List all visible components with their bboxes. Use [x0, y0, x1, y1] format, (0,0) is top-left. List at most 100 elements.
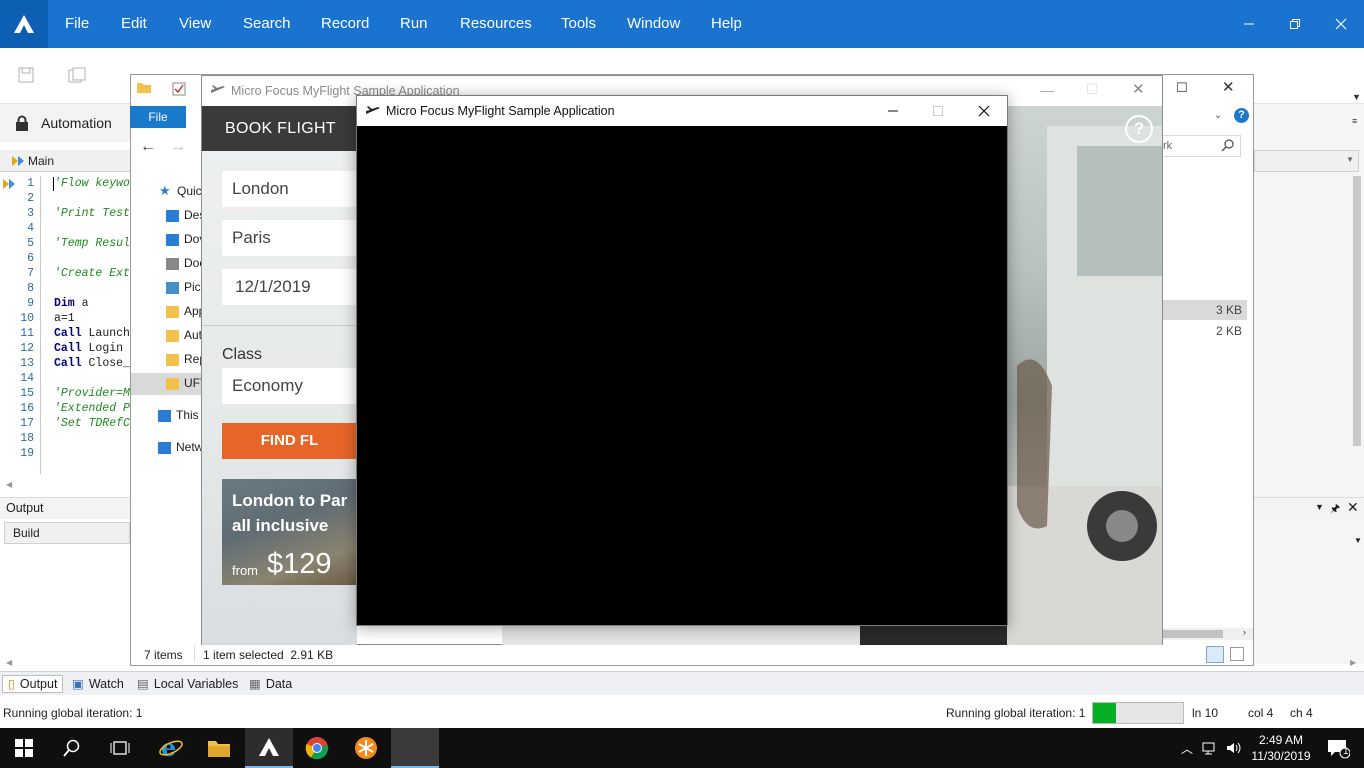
save-icon[interactable]: [18, 67, 34, 86]
ribbon-expand-icon[interactable]: ⌄: [1214, 110, 1222, 121]
menu-record[interactable]: Record: [321, 0, 369, 48]
menu-run[interactable]: Run: [400, 0, 428, 48]
object-dropdown[interactable]: ▼: [1254, 150, 1359, 172]
front-minimize-button[interactable]: [870, 96, 916, 126]
save-all-icon[interactable]: [68, 67, 86, 86]
tab-output[interactable]: ▯ Output: [2, 675, 64, 693]
code-line[interactable]: Call Close_: [54, 357, 130, 370]
clock[interactable]: 2:49 AM 11/30/2019: [1250, 728, 1312, 768]
run-progress-bar: [1092, 702, 1184, 724]
output-source-select[interactable]: Build: [4, 522, 130, 544]
pane-menu-icon[interactable]: ≡: [1352, 116, 1357, 126]
back-close-icon[interactable]: ✕: [1132, 80, 1145, 98]
volume-icon[interactable]: [1224, 728, 1246, 768]
code-line[interactable]: 'Set TDRefC: [54, 417, 130, 430]
explorer-hscrollbar[interactable]: ›: [1163, 627, 1253, 640]
code-line[interactable]: 'Create Ext: [54, 267, 130, 280]
output-dropdown-icon[interactable]: ▼: [1354, 536, 1362, 545]
start-button[interactable]: [0, 728, 48, 768]
back-minimize-icon[interactable]: —: [1040, 82, 1054, 98]
back-maximize-icon[interactable]: ☐: [1086, 81, 1099, 98]
code-line[interactable]: 'Flow keywo: [54, 177, 130, 190]
snowflake-app-icon[interactable]: [342, 728, 390, 768]
code-line[interactable]: 'Provider=M: [54, 387, 130, 400]
nav-item-folder[interactable]: Rep: [131, 349, 206, 371]
toolbar-overflow-icon[interactable]: ▼: [1352, 92, 1361, 102]
properties-icon[interactable]: [172, 82, 186, 99]
minimize-button[interactable]: [1226, 0, 1272, 48]
menu-help[interactable]: Help: [711, 0, 742, 48]
departure-date-field[interactable]: 12/1/2019: [222, 269, 357, 305]
forward-arrow-icon[interactable]: →: [170, 138, 186, 156]
file-row[interactable]: 2 KB: [1163, 321, 1247, 341]
panel-close-icon[interactable]: ✕: [1347, 499, 1359, 516]
front-maximize-button[interactable]: [915, 96, 961, 126]
nav-item-this-pc[interactable]: This I: [131, 405, 205, 427]
explorer-close-icon[interactable]: ✕: [1222, 78, 1235, 96]
code-line[interactable]: Call Login: [54, 342, 123, 355]
uft-logo-icon[interactable]: [0, 0, 48, 48]
code-line[interactable]: 'Extended P: [54, 402, 130, 415]
menu-file[interactable]: File: [65, 0, 89, 48]
explorer-file-tab[interactable]: File: [130, 106, 186, 128]
tab-watch[interactable]: ▣ Watch: [72, 675, 124, 693]
restore-button[interactable]: [1272, 0, 1318, 48]
notification-center-icon[interactable]: 1: [1318, 728, 1358, 768]
line-number: 18: [20, 432, 34, 445]
code-line[interactable]: Call Launch: [54, 327, 130, 340]
code-line[interactable]: Dim a: [54, 297, 89, 310]
panel-dropdown-icon[interactable]: ▼: [1315, 502, 1324, 512]
network-icon[interactable]: [1200, 728, 1220, 768]
nav-item-folder[interactable]: App: [131, 301, 205, 323]
nav-item-desktop[interactable]: Des: [131, 205, 205, 227]
explorer-maximize-icon[interactable]: ☐: [1176, 80, 1188, 96]
nav-item-network[interactable]: Netw: [131, 437, 203, 459]
editor-vscrollbar[interactable]: [1353, 176, 1361, 446]
help-icon[interactable]: ?: [1234, 108, 1249, 123]
uft-taskbar-icon[interactable]: [245, 728, 293, 768]
myflight-help-button[interactable]: ?: [1125, 115, 1153, 143]
menu-search[interactable]: Search: [243, 0, 291, 48]
class-select[interactable]: Economy: [222, 368, 357, 404]
explorer-search-input[interactable]: rk: [1160, 135, 1241, 157]
nav-item-folder[interactable]: Aut: [131, 325, 202, 347]
to-city-field[interactable]: Paris: [222, 220, 357, 256]
code-line[interactable]: a=1: [54, 312, 75, 325]
from-city-field[interactable]: London: [222, 171, 357, 207]
menu-edit[interactable]: Edit: [121, 0, 147, 48]
tray-expand-icon[interactable]: ︿: [1178, 728, 1196, 768]
menu-window[interactable]: Window: [627, 0, 680, 48]
myflight-taskbar-icon[interactable]: [391, 728, 439, 768]
tab-main[interactable]: Main: [0, 150, 130, 172]
file-explorer-taskbar-icon[interactable]: [195, 728, 243, 768]
promo-banner[interactable]: London to Par all inclusive from $129: [222, 479, 357, 585]
chrome-icon[interactable]: [293, 728, 341, 768]
nav-item-documents[interactable]: Doc: [131, 253, 205, 275]
front-close-button[interactable]: [961, 96, 1007, 126]
menu-tools[interactable]: Tools: [561, 0, 596, 48]
nav-item-quick-access[interactable]: ★ Quick: [131, 181, 208, 203]
tab-local-variables[interactable]: ▤ Local Variables: [137, 675, 238, 693]
close-button[interactable]: [1318, 0, 1364, 48]
pin-icon[interactable]: 🖈: [1330, 500, 1340, 519]
code-line[interactable]: 'Temp Resul: [54, 237, 130, 250]
large-icons-view-icon[interactable]: [1230, 647, 1244, 661]
nav-item-pictures[interactable]: Pict: [131, 277, 204, 299]
search-taskbar-icon[interactable]: [48, 728, 96, 768]
nav-item-folder[interactable]: UFT: [131, 373, 207, 395]
myflight-front-titlebar[interactable]: Micro Focus MyFlight Sample Application: [357, 96, 1007, 126]
editor-hscrollbar[interactable]: ◀: [0, 478, 130, 490]
menu-view[interactable]: View: [179, 0, 211, 48]
code-keyword: Dim: [54, 297, 75, 310]
back-arrow-icon[interactable]: ←: [140, 138, 156, 156]
task-view-icon[interactable]: [96, 728, 144, 768]
code-line[interactable]: 'Print Test: [54, 207, 130, 220]
internet-explorer-icon[interactable]: e: [147, 728, 195, 768]
tab-data[interactable]: ▦ Data: [249, 675, 292, 693]
nav-item-downloads[interactable]: Dov: [131, 229, 205, 251]
class-label: Class: [222, 346, 263, 363]
menu-resources[interactable]: Resources: [460, 0, 532, 48]
find-flights-button[interactable]: FIND FL: [222, 423, 357, 459]
file-row-selected[interactable]: 3 KB: [1163, 300, 1247, 320]
details-view-icon[interactable]: [1206, 646, 1224, 663]
